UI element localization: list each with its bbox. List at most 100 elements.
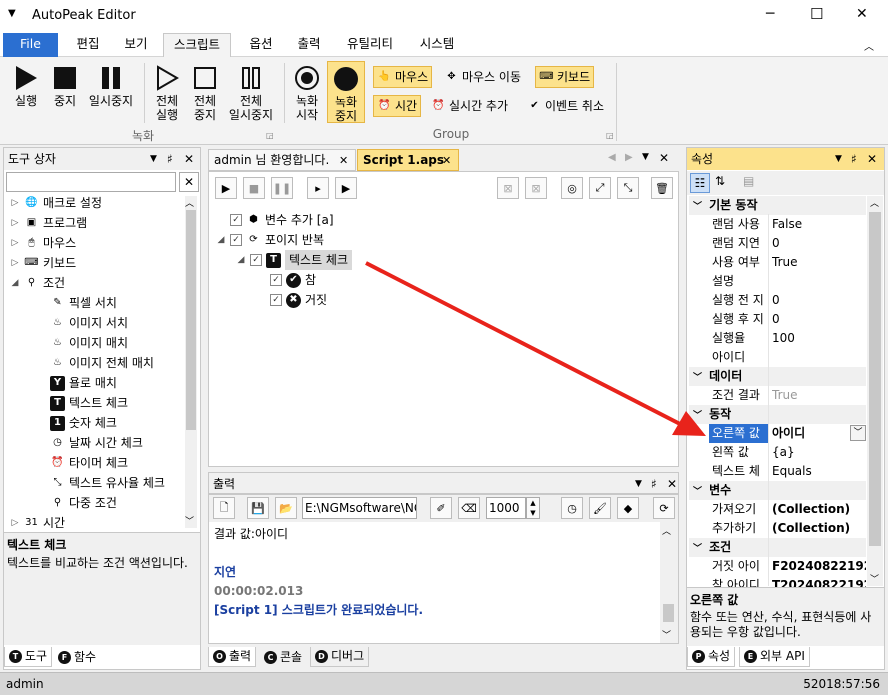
property-category[interactable]: ﹀ 조건: [689, 538, 866, 557]
property-value[interactable]: (Collection): [772, 519, 866, 538]
mouse-record-toggle[interactable]: 👆 마우스: [373, 66, 433, 88]
property-value[interactable]: 0: [772, 291, 866, 310]
toolbox-item[interactable]: T 텍스트 체크: [36, 393, 128, 413]
property-row[interactable]: 아이디: [709, 348, 866, 367]
run-button[interactable]: 실행: [8, 65, 44, 108]
scroll-up-icon[interactable]: ︿: [870, 196, 879, 209]
panel-menu-icon[interactable]: ▼: [150, 148, 157, 170]
scroll-down-icon[interactable]: ﹀: [185, 514, 194, 527]
sort-az-icon[interactable]: ⇅: [715, 174, 725, 188]
time-toggle[interactable]: ⏰ 시간: [373, 95, 422, 117]
paint-button[interactable]: 🖌: [589, 497, 611, 519]
collapse-ribbon-icon[interactable]: ︿: [864, 38, 874, 53]
clock-button[interactable]: ◷: [561, 497, 583, 519]
panel-close-icon[interactable]: ✕: [184, 148, 194, 170]
scroll-down-icon[interactable]: ﹀: [662, 628, 671, 641]
property-value[interactable]: 0: [772, 234, 866, 253]
tab-console[interactable]: C 콘솔: [260, 647, 306, 667]
open-folder-button[interactable]: 📂: [275, 497, 297, 519]
output-scrollbar[interactable]: ︿ ﹀: [660, 522, 677, 643]
property-row[interactable]: 조건 결과 True: [709, 386, 866, 405]
disable-all-button[interactable]: ⊠: [525, 177, 547, 199]
expand-all-button[interactable]: ⤢: [589, 177, 611, 199]
toolbox-item[interactable]: ▷ ▣ 프로그램: [10, 213, 88, 233]
tab-external-api[interactable]: E 외부 API: [739, 647, 810, 667]
property-value[interactable]: {a}: [772, 443, 866, 462]
tab-options[interactable]: 옵션: [239, 33, 283, 57]
tab-debug[interactable]: D 디버그: [310, 647, 370, 667]
expand-arrow-icon[interactable]: ◢: [216, 230, 226, 250]
scroll-up-icon[interactable]: ︿: [662, 524, 671, 537]
disable-button[interactable]: ⊠: [497, 177, 519, 199]
script-run-button[interactable]: ▶: [215, 177, 237, 199]
all-run-button[interactable]: 전체 실행: [150, 65, 184, 122]
property-row[interactable]: 랜덤 사용 False: [709, 215, 866, 234]
step-next-button[interactable]: ▶: [335, 177, 357, 199]
expand-arrow-icon[interactable]: ◢: [10, 273, 20, 293]
tab-file[interactable]: File: [3, 33, 58, 57]
tab-output[interactable]: 출력: [287, 33, 331, 57]
delete-button[interactable]: 🗑: [651, 177, 673, 199]
scroll-up-icon[interactable]: ︿: [185, 196, 194, 209]
property-row[interactable]: 거짓 아이 F2024082219273: [709, 557, 866, 576]
toolbox-item[interactable]: 1 숫자 체크: [36, 413, 117, 433]
expand-arrow-icon[interactable]: ▷: [10, 213, 20, 233]
property-category[interactable]: ﹀ 데이터: [689, 367, 866, 386]
minimize-button[interactable]: ─: [766, 6, 774, 22]
property-row[interactable]: 실행율 100: [709, 329, 866, 348]
record-stop-button[interactable]: 녹화 중지: [327, 61, 365, 123]
script-stop-button[interactable]: ■: [243, 177, 265, 199]
toolbox-search-input[interactable]: [6, 172, 176, 192]
property-category[interactable]: ﹀ 기본 동작: [689, 196, 866, 215]
node-checkbox[interactable]: ✓: [230, 234, 242, 246]
node-checkbox[interactable]: ✓: [270, 294, 282, 306]
doc-tab-close-icon[interactable]: ✕: [339, 150, 348, 171]
tab-script[interactable]: 스크립트: [163, 33, 231, 58]
close-button[interactable]: ✕: [856, 6, 868, 22]
property-row[interactable]: 실행 후 지 0: [709, 310, 866, 329]
property-row[interactable]: 추가하기 (Collection): [709, 519, 866, 538]
panel-close-icon[interactable]: ✕: [667, 473, 677, 495]
pin-icon[interactable]: ♯: [851, 148, 857, 170]
dropdown-icon[interactable]: ﹀: [850, 425, 866, 441]
scroll-down-icon[interactable]: ﹀: [870, 572, 879, 585]
tab-properties[interactable]: P 속성: [687, 647, 736, 667]
property-row[interactable]: 가져오기 (Collection): [709, 500, 866, 519]
tab-tools[interactable]: T 도구: [4, 647, 53, 667]
property-value[interactable]: (Collection): [772, 500, 866, 519]
tab-system[interactable]: 시스템: [410, 33, 464, 57]
property-value[interactable]: Equals: [772, 462, 866, 481]
pause-button[interactable]: 일시중지: [86, 65, 136, 108]
categorized-icon[interactable]: ☷: [690, 173, 710, 193]
mouse-move-toggle[interactable]: ✥ 마우스 이동: [441, 66, 524, 88]
panel-close-icon[interactable]: ✕: [867, 148, 877, 170]
expand-arrow-icon[interactable]: ▷: [10, 233, 20, 253]
record-button[interactable]: ◎: [561, 177, 583, 199]
doc-close-icon[interactable]: ✕: [659, 151, 669, 165]
event-cancel-button[interactable]: ✔ 이벤트 취소: [524, 95, 607, 117]
tab-output-panel[interactable]: O 출력: [208, 647, 257, 667]
save-log-button[interactable]: 💾: [247, 497, 269, 519]
property-row[interactable]: 왼쪽 값 {a}: [709, 443, 866, 462]
panel-menu-icon[interactable]: ▼: [635, 473, 642, 495]
expand-arrow-icon[interactable]: ▷: [10, 513, 20, 533]
line-count-stepper[interactable]: ▲ ▼: [526, 497, 540, 519]
toolbox-scrollbar[interactable]: ︿ ﹀: [185, 196, 197, 528]
toolbox-item[interactable]: Y 욜로 매치: [36, 373, 117, 393]
property-pages-icon[interactable]: ▤: [743, 174, 754, 188]
property-value[interactable]: True: [772, 386, 866, 405]
collapse-icon[interactable]: ﹀: [689, 202, 709, 212]
script-node[interactable]: ✓ ✖ 거짓: [256, 290, 327, 310]
step-run-button[interactable]: ▸: [307, 177, 329, 199]
toolbox-item[interactable]: ▷ 🌐 매크로 설정: [10, 193, 102, 213]
scroll-right-icon[interactable]: ▶: [625, 152, 633, 163]
collapse-icon[interactable]: ﹀: [689, 373, 709, 383]
doc-tab-script[interactable]: Script 1.aps ✕: [357, 149, 459, 171]
toolbox-item[interactable]: ♨ 이미지 전체 매치: [36, 353, 154, 373]
toolbox-item[interactable]: ♨ 이미지 매치: [36, 333, 128, 353]
property-row[interactable]: 설명: [709, 272, 866, 291]
property-value[interactable]: True: [772, 253, 866, 272]
all-pause-button[interactable]: 전체 일시중지: [226, 65, 276, 122]
toolbox-item[interactable]: ⏰ 타이머 체크: [36, 453, 128, 473]
property-row[interactable]: 오른쪽 값 아이디 ﹀: [709, 424, 866, 443]
